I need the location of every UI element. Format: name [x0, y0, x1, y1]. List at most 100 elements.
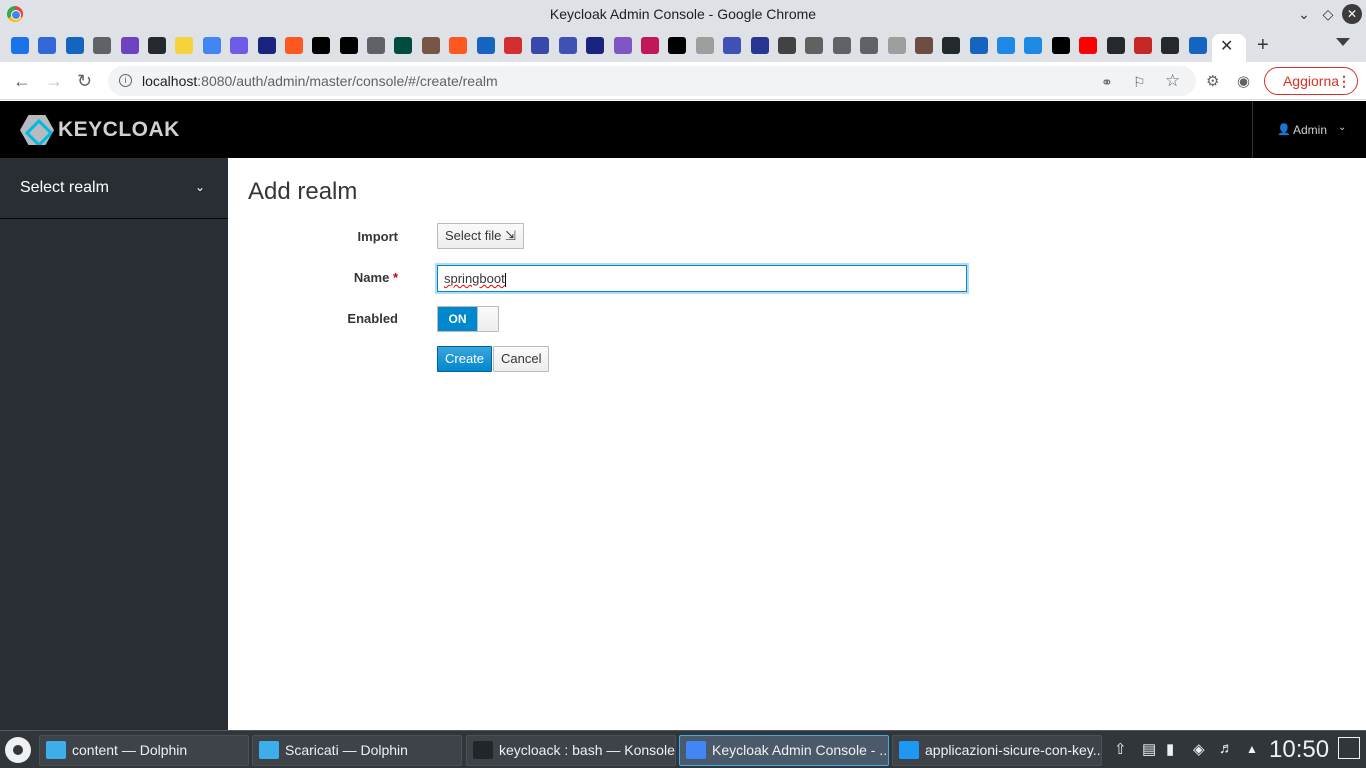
chevron-down-icon: ⌄ — [1338, 122, 1347, 133]
tab-favicon-icon[interactable] — [394, 37, 413, 54]
tab-favicon-icon[interactable] — [230, 37, 249, 54]
url-text[interactable]: localhost:8080/auth/admin/master/console… — [142, 73, 498, 89]
app-icon — [899, 741, 919, 759]
task-applicazioni[interactable]: applicazioni-sicure-con-key... — [892, 735, 1102, 766]
key-icon[interactable]: ⚭ — [1101, 74, 1113, 91]
volume-icon[interactable]: ♬ — [1219, 740, 1234, 757]
tab-favicon-icon[interactable] — [202, 37, 221, 54]
extensions-icon[interactable]: ⚙ — [1206, 72, 1219, 90]
update-icon[interactable]: ⇧ — [1114, 740, 1127, 758]
toggle-state: ON — [438, 307, 477, 331]
tab-favicon-icon[interactable] — [969, 37, 988, 54]
cancel-button[interactable]: Cancel — [493, 346, 550, 372]
brand-name: KEYCLOAK — [58, 118, 180, 141]
main-content: Add realm Import Select file ⇲ Name * sp… — [228, 158, 1366, 730]
terminal-icon — [473, 741, 493, 759]
tab-favicon-icon[interactable] — [1161, 37, 1180, 54]
upload-icon: ⇲ — [505, 228, 516, 243]
tab-favicon-icon[interactable] — [175, 37, 194, 54]
tab-favicon-icon[interactable] — [147, 37, 166, 54]
task-konsole[interactable]: keycloack : bash — Konsole — [466, 735, 676, 766]
tab-favicon-icon[interactable] — [1188, 37, 1207, 54]
window-title: Keycloak Admin Console - Google Chrome — [549, 6, 817, 22]
tab-favicon-icon[interactable] — [312, 37, 331, 54]
translate-icon[interactable]: ⚐ — [1133, 74, 1146, 91]
task-dolphin-content[interactable]: content — Dolphin — [39, 735, 249, 766]
tab-favicon-icon[interactable] — [750, 37, 769, 54]
tab-favicon-icon[interactable] — [723, 37, 742, 54]
tab-favicon-icon[interactable] — [1079, 37, 1098, 54]
app-launcher-icon[interactable] — [5, 737, 31, 763]
create-button[interactable]: Create — [437, 346, 493, 372]
toggle-knob[interactable] — [477, 307, 498, 331]
tab-favicon-icon[interactable] — [504, 37, 523, 54]
tab-favicon-icon[interactable] — [777, 37, 796, 54]
name-label: Name * — [353, 270, 398, 285]
site-info-icon[interactable]: i — [119, 74, 132, 87]
tab-favicon-icon[interactable] — [367, 37, 386, 54]
name-field[interactable]: springboot — [437, 265, 967, 292]
tab-favicon-icon[interactable] — [1051, 37, 1070, 54]
required-mark: * — [392, 270, 398, 285]
tab-favicon-icon[interactable] — [887, 37, 906, 54]
clock[interactable]: 10:50 — [1269, 736, 1329, 764]
minimize-button[interactable]: ⌄ — [1294, 4, 1314, 24]
clipboard-icon[interactable]: ▤ — [1142, 740, 1156, 758]
tab-favicon-icon[interactable] — [11, 37, 29, 54]
tab-favicon-icon[interactable] — [93, 37, 112, 54]
tab-favicon-icon[interactable] — [1134, 37, 1153, 54]
tab-favicon-icon[interactable] — [558, 37, 577, 54]
tab-favicon-icon[interactable] — [1024, 37, 1043, 54]
user-menu[interactable]: 👤 Admin ⌄ — [1252, 101, 1366, 158]
tab-favicon-icon[interactable] — [695, 37, 714, 54]
address-bar[interactable]: i localhost:8080/auth/admin/master/conso… — [108, 66, 1196, 96]
maximize-button[interactable]: ◇ — [1318, 4, 1338, 24]
tab-favicon-icon[interactable] — [668, 37, 687, 54]
tab-favicon-icon[interactable] — [914, 37, 933, 54]
tab-favicon-icon[interactable] — [120, 37, 139, 54]
tab-favicon-icon[interactable] — [1106, 37, 1125, 54]
tab-close-icon[interactable]: ✕ — [1220, 36, 1233, 56]
tab-favicon-icon[interactable] — [449, 37, 468, 54]
tab-favicon-icon[interactable] — [257, 37, 276, 54]
window-titlebar: Keycloak Admin Console - Google Chrome ⌄… — [0, 0, 1366, 28]
select-file-button[interactable]: Select file ⇲ — [437, 223, 524, 249]
battery-icon[interactable]: ▮ — [1166, 740, 1174, 758]
keycloak-logo-icon — [20, 115, 54, 145]
tab-favicon-icon[interactable] — [613, 37, 632, 54]
folder-icon — [46, 741, 66, 759]
tab-favicon-icon[interactable] — [942, 37, 961, 54]
close-window-button[interactable]: ✕ — [1342, 4, 1362, 24]
sidebar: Select realm ⌄ — [0, 158, 228, 730]
realm-selector[interactable]: Select realm ⌄ — [0, 158, 228, 219]
task-dolphin-scaricati[interactable]: Scaricati — Dolphin — [252, 735, 462, 766]
tab-favicon-icon[interactable] — [832, 37, 851, 54]
new-tab-button[interactable]: + — [1257, 34, 1269, 57]
page-title: Add realm — [248, 178, 358, 205]
profile-icon[interactable]: ◉ — [1237, 72, 1250, 90]
update-button[interactable]: Aggiorna ⋮ — [1264, 67, 1358, 95]
tab-favicon-icon[interactable] — [421, 37, 440, 54]
tab-search-icon[interactable] — [1336, 38, 1350, 46]
back-button[interactable]: ← — [13, 71, 31, 92]
tab-favicon-icon[interactable] — [997, 37, 1016, 54]
tray-expand-icon[interactable]: ▲ — [1246, 742, 1258, 756]
show-desktop-button[interactable] — [1338, 737, 1360, 759]
tab-favicon-icon[interactable] — [586, 37, 605, 54]
bookmark-star-icon[interactable]: ☆ — [1165, 71, 1180, 91]
tab-favicon-icon[interactable] — [640, 37, 659, 54]
forward-button[interactable]: → — [45, 71, 63, 92]
tab-favicon-icon[interactable] — [476, 37, 495, 54]
tab-favicon-icon[interactable] — [38, 37, 57, 54]
tab-favicon-icon[interactable] — [531, 37, 550, 54]
tab-favicon-icon[interactable] — [65, 37, 84, 54]
tab-favicon-icon[interactable] — [284, 37, 303, 54]
wifi-icon[interactable]: ◈ — [1193, 740, 1205, 758]
folder-icon — [259, 741, 279, 759]
tab-favicon-icon[interactable] — [860, 37, 879, 54]
enabled-toggle[interactable]: ON — [437, 306, 499, 332]
tab-favicon-icon[interactable] — [339, 37, 358, 54]
tab-favicon-icon[interactable] — [805, 37, 824, 54]
task-chrome-keycloak[interactable]: Keycloak Admin Console - ... — [679, 735, 889, 766]
reload-button[interactable]: ↻ — [77, 71, 92, 92]
